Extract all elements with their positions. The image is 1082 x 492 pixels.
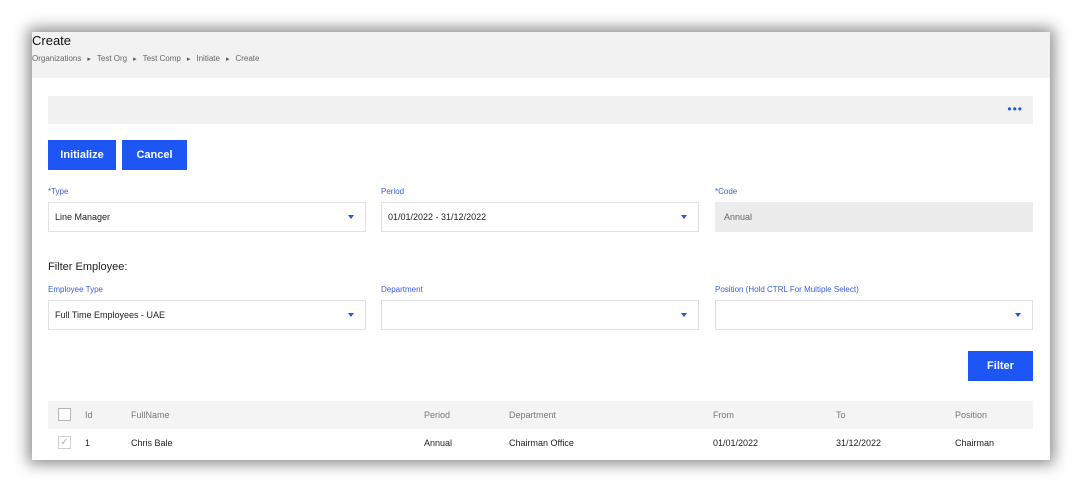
caret-down-icon — [348, 215, 354, 219]
breadcrumb-test-org[interactable]: Test Org — [97, 54, 127, 63]
column-header-fullname[interactable]: FullName — [131, 410, 170, 420]
breadcrumb-organizations[interactable]: Organizations — [32, 54, 81, 63]
employee-type-select-value: Full Time Employees - UAE — [55, 310, 166, 320]
type-select-value: Line Manager — [55, 212, 111, 222]
code-field: Annual — [715, 202, 1033, 232]
employee-type-select[interactable]: Full Time Employees - UAE — [48, 300, 366, 330]
table-row[interactable]: ✓ 1 Chris Bale Annual Chairman Office 01… — [48, 429, 1033, 457]
cell-from: 01/01/2022 — [713, 438, 759, 448]
chevron-right-icon: ▸ — [87, 55, 91, 63]
column-header-to[interactable]: To — [836, 410, 846, 420]
employee-type-label: Employee Type — [48, 285, 103, 294]
caret-down-icon — [1015, 313, 1021, 317]
checkmark-icon: ✓ — [60, 437, 69, 448]
chevron-right-icon: ▸ — [225, 55, 230, 63]
code-label: *Code — [715, 187, 738, 196]
breadcrumb-test-comp[interactable]: Test Comp — [143, 54, 181, 63]
column-header-period[interactable]: Period — [424, 410, 450, 420]
position-select[interactable] — [715, 300, 1033, 330]
cell-fullname: Chris Bale — [131, 438, 173, 448]
cell-to: 31/12/2022 — [836, 438, 882, 448]
column-header-id[interactable]: Id — [85, 410, 93, 420]
table-header: Id FullName Period Department From To Po… — [48, 401, 1033, 429]
code-field-value: Annual — [724, 212, 753, 222]
chevron-right-icon: ▸ — [133, 55, 137, 63]
type-label: *Type — [48, 187, 69, 196]
page-header: Create Organizations ▸ Test Org ▸ Test C… — [32, 32, 1050, 78]
type-select[interactable]: Line Manager — [48, 202, 366, 232]
column-header-position[interactable]: Position — [955, 410, 987, 420]
cancel-button[interactable]: Cancel — [122, 140, 187, 170]
filter-employee-title: Filter Employee: — [48, 261, 128, 273]
toolbar-strip: ••• — [48, 96, 1033, 124]
period-select-value: 01/01/2022 - 31/12/2022 — [388, 212, 487, 222]
select-all-checkbox[interactable] — [58, 408, 71, 421]
period-label: Period — [381, 187, 405, 196]
period-select[interactable]: 01/01/2022 - 31/12/2022 — [381, 202, 699, 232]
cell-id: 1 — [85, 438, 91, 448]
column-header-from[interactable]: From — [713, 410, 734, 420]
column-header-department[interactable]: Department — [509, 410, 556, 420]
filter-button[interactable]: Filter — [968, 351, 1033, 381]
department-select[interactable] — [381, 300, 699, 330]
breadcrumb: Organizations ▸ Test Org ▸ Test Comp ▸ I… — [32, 54, 259, 63]
ellipsis-icon[interactable]: ••• — [1007, 103, 1023, 115]
caret-down-icon — [348, 313, 354, 317]
cell-position: Chairman — [955, 438, 995, 448]
breadcrumb-initiate[interactable]: Initiate — [196, 54, 220, 63]
position-label: Position (Hold CTRL For Multiple Select) — [715, 285, 859, 294]
cell-period: Annual — [424, 438, 453, 448]
page-title: Create — [32, 33, 72, 48]
initialize-button[interactable]: Initialize — [48, 140, 116, 170]
chevron-right-icon: ▸ — [186, 55, 191, 63]
caret-down-icon — [681, 313, 687, 317]
caret-down-icon — [681, 215, 687, 219]
breadcrumb-create: Create — [235, 54, 260, 63]
department-label: Department — [381, 285, 423, 294]
row-checkbox[interactable]: ✓ — [58, 436, 71, 449]
app-window: Create Organizations ▸ Test Org ▸ Test C… — [32, 32, 1050, 460]
cell-department: Chairman Office — [509, 438, 574, 448]
